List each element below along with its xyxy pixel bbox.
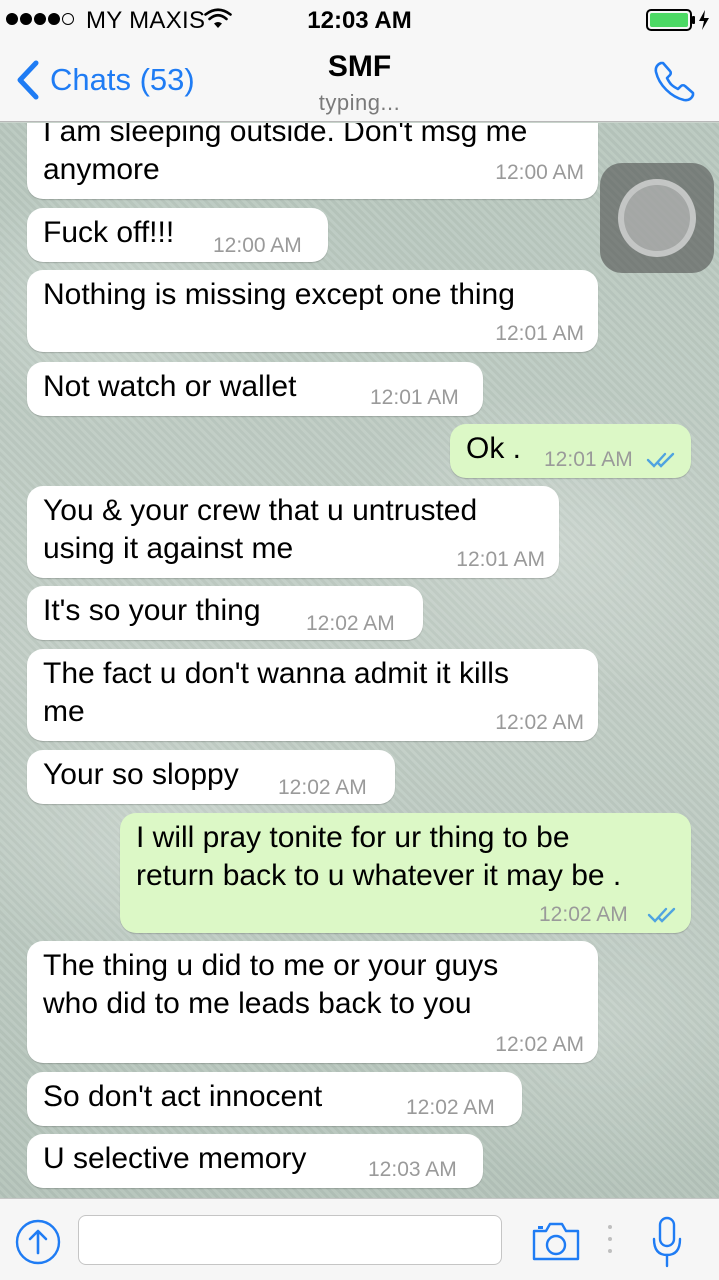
status-bar: MY MAXIS 12:03 AM: [0, 0, 719, 40]
read-ticks-icon: [646, 452, 675, 468]
message-text: I am sleeping outside. Don't msg me anym…: [43, 123, 528, 186]
status-time: 12:03 AM: [307, 7, 412, 34]
assistive-touch-icon: [618, 179, 696, 257]
message-time: 12:02 AM: [495, 711, 584, 734]
message-bubble-incoming[interactable]: Nothing is missing except one thing 12:0…: [27, 270, 598, 352]
message-text: I will pray tonite for ur thing to be re…: [136, 821, 622, 892]
message-text: Nothing is missing except one thing: [43, 278, 515, 311]
read-ticks-icon: [647, 907, 676, 923]
message-time: 12:00 AM: [495, 161, 584, 184]
separator-dots: [607, 1225, 613, 1257]
message-time: 12:02 AM: [278, 776, 367, 799]
upload-arrow-icon[interactable]: [14, 1218, 62, 1266]
message-bubble-incoming[interactable]: Fuck off!!! 12:00 AM: [27, 208, 328, 262]
message-time: 12:02 AM: [406, 1096, 495, 1119]
typing-status: typing...: [318, 90, 401, 115]
message-time: 12:02 AM: [495, 1033, 584, 1056]
assistive-touch-button[interactable]: [600, 163, 714, 273]
message-bubble-outgoing[interactable]: I will pray tonite for ur thing to be re…: [120, 813, 691, 933]
battery-charging-icon: [646, 9, 709, 31]
message-time: 12:03 AM: [368, 1158, 457, 1181]
message-time: 12:00 AM: [213, 234, 302, 257]
message-bubble-incoming[interactable]: Your so sloppy 12:02 AM: [27, 750, 395, 804]
message-bubble-incoming[interactable]: It's so your thing 12:02 AM: [27, 586, 423, 640]
message-input[interactable]: [78, 1215, 502, 1265]
composer-bar: [0, 1198, 719, 1280]
microphone-icon[interactable]: [649, 1215, 685, 1269]
message-text: Not watch or wallet: [43, 370, 297, 403]
message-time: 12:01 AM: [370, 386, 459, 409]
message-list[interactable]: I am sleeping outside. Don't msg me anym…: [0, 123, 719, 1198]
message-text: Your so sloppy: [43, 758, 239, 791]
message-text: The thing u did to me or your guys who d…: [43, 949, 499, 1020]
contact-name[interactable]: SMF: [0, 50, 719, 84]
message-time: 12:01 AM: [495, 322, 584, 345]
phone-icon[interactable]: [651, 57, 699, 105]
message-time: 12:02 AM: [306, 612, 395, 635]
message-bubble-outgoing[interactable]: Ok . 12:01 AM: [450, 424, 691, 478]
message-bubble-incoming[interactable]: I am sleeping outside. Don't msg me anym…: [27, 123, 598, 199]
message-text: Ok .: [466, 432, 522, 465]
message-bubble-incoming[interactable]: So don't act innocent 12:02 AM: [27, 1072, 522, 1126]
message-text: The fact u don't wanna admit it kills me: [43, 657, 509, 728]
message-time: 12:01 AM: [456, 548, 545, 571]
message-text: Fuck off!!!: [43, 216, 175, 249]
message-bubble-incoming[interactable]: Not watch or wallet 12:01 AM: [27, 362, 483, 416]
camera-icon[interactable]: [530, 1219, 582, 1263]
message-text: You & your crew that u untrusted using i…: [43, 494, 478, 565]
message-text: U selective memory: [43, 1142, 307, 1175]
message-time: 12:02 AM: [539, 903, 628, 926]
message-text: So don't act innocent: [43, 1080, 323, 1113]
message-bubble-incoming[interactable]: You & your crew that u untrusted using i…: [27, 486, 559, 578]
message-bubble-incoming[interactable]: The fact u don't wanna admit it kills me…: [27, 649, 598, 741]
message-time: 12:01 AM: [544, 448, 633, 471]
message-bubble-incoming[interactable]: U selective memory 12:03 AM: [27, 1134, 483, 1188]
message-text: It's so your thing: [43, 594, 261, 627]
message-bubble-incoming[interactable]: The thing u did to me or your guys who d…: [27, 941, 598, 1063]
chat-header: Chats (53) SMF typing...: [0, 40, 719, 122]
